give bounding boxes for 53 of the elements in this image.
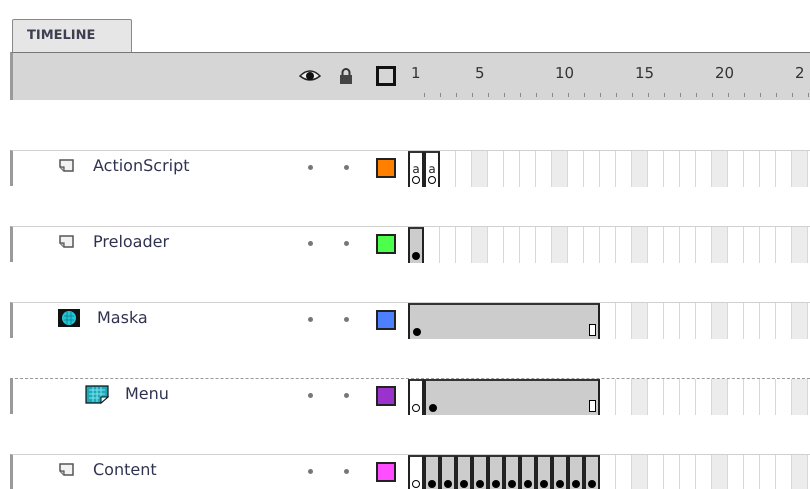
frame-cell[interactable]: a xyxy=(424,151,440,187)
outline-icon[interactable] xyxy=(376,66,396,86)
frame-cell[interactable] xyxy=(536,455,552,489)
frame-number: 15 xyxy=(635,65,654,81)
frame-cell[interactable] xyxy=(552,455,568,489)
eye-icon[interactable] xyxy=(299,68,321,82)
frame-cell[interactable] xyxy=(456,455,472,489)
layer-name: Maska xyxy=(97,308,148,328)
mask-layer-icon xyxy=(57,308,81,328)
layer-row[interactable]: Content xyxy=(10,454,810,489)
action-label: a xyxy=(428,163,436,175)
layer-name: Menu xyxy=(125,384,169,404)
layer-row[interactable]: Maska xyxy=(10,302,810,338)
frame-cell[interactable] xyxy=(504,455,520,489)
frame-cell[interactable] xyxy=(472,455,488,489)
frame-cell[interactable] xyxy=(568,455,584,489)
layer-row[interactable]: ActionScript a a xyxy=(10,150,810,186)
frame-cell[interactable] xyxy=(424,379,440,415)
outline-color-swatch[interactable] xyxy=(376,310,396,330)
frame-cell[interactable]: a xyxy=(408,151,424,187)
frame-cell[interactable] xyxy=(408,455,424,489)
frame-cell[interactable] xyxy=(584,379,600,415)
action-label: a xyxy=(412,163,420,175)
frame-cell[interactable] xyxy=(424,455,440,489)
end-marker-icon xyxy=(589,400,596,412)
layer-name: Preloader xyxy=(93,232,170,252)
frame-number: 1 xyxy=(411,65,421,81)
frame-number: 20 xyxy=(715,65,734,81)
frame-number: 10 xyxy=(555,65,574,81)
outline-color-swatch[interactable] xyxy=(376,386,396,406)
frame-cell[interactable] xyxy=(584,303,600,339)
frame-cell[interactable] xyxy=(408,303,424,339)
outline-color-swatch[interactable] xyxy=(376,158,396,178)
layer-name: ActionScript xyxy=(93,156,190,176)
outline-color-swatch[interactable] xyxy=(376,462,396,482)
outline-color-swatch[interactable] xyxy=(376,234,396,254)
frame-cell[interactable] xyxy=(488,455,504,489)
frame-cell[interactable] xyxy=(408,379,424,415)
frame-cell[interactable] xyxy=(408,227,424,263)
end-marker-icon xyxy=(589,324,596,336)
frame-number: 2 xyxy=(795,65,805,81)
timeline-tab[interactable]: TIMELINE xyxy=(12,19,132,52)
layer-icon xyxy=(57,461,77,479)
layer-icon xyxy=(57,157,77,175)
lock-icon[interactable] xyxy=(339,68,353,84)
layer-row[interactable]: Preloader xyxy=(10,226,810,262)
frame-cell[interactable] xyxy=(440,455,456,489)
frame-cell[interactable] xyxy=(584,455,600,489)
frame-cell[interactable] xyxy=(520,455,536,489)
masked-layer-icon xyxy=(85,384,109,404)
layer-name: Content xyxy=(93,460,157,480)
frame-number: 5 xyxy=(475,65,485,81)
layer-icon xyxy=(57,233,77,251)
